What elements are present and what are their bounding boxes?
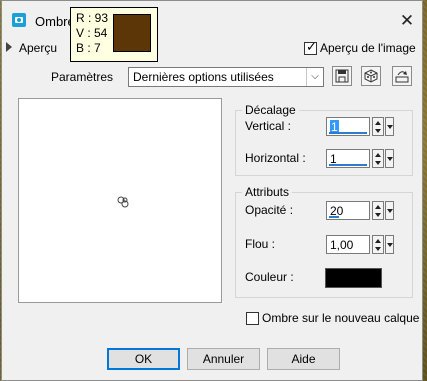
opacity-slider-bar	[329, 216, 339, 218]
expand-arrow-icon[interactable]	[6, 42, 12, 52]
save-preset-button[interactable]	[332, 66, 352, 86]
color-sample-swatch	[113, 14, 151, 52]
close-icon[interactable]: ✕	[394, 8, 420, 34]
randomize-icon	[364, 69, 378, 83]
preview-expander-label[interactable]: Aperçu	[19, 41, 57, 55]
image-preview-label[interactable]: Aperçu de l'image	[320, 41, 416, 55]
preset-value: Dernières options utilisées	[133, 70, 274, 84]
chevron-down-icon[interactable]: ⌵	[306, 68, 323, 86]
params-label: Paramètres	[51, 70, 114, 84]
shadow-new-layer-checkbox[interactable]	[246, 312, 259, 325]
move-cursor-icon	[117, 196, 129, 208]
manage-presets-icon	[395, 71, 409, 83]
blur-value: 1,00	[330, 238, 354, 252]
help-button[interactable]: Aide	[267, 348, 340, 370]
vertical-dropdown-button[interactable]	[385, 117, 394, 136]
shadow-color-swatch[interactable]	[325, 268, 382, 288]
color-b-value: B : 7	[76, 41, 101, 55]
vertical-label: Vertical :	[245, 119, 292, 133]
preset-dropdown[interactable]: Dernières options utilisées ⌵	[128, 67, 324, 87]
checkmark-icon: ✓	[306, 39, 317, 54]
ok-button[interactable]: OK	[107, 348, 180, 370]
save-icon	[335, 69, 349, 83]
vertical-input[interactable]: 1	[326, 117, 370, 136]
opacity-dropdown-button[interactable]	[385, 201, 394, 220]
horizontal-spinner[interactable]	[372, 149, 384, 168]
title-bar: Ombre ✕	[2, 1, 422, 41]
attributes-group-title: Attributs	[242, 185, 293, 199]
camera-app-icon	[12, 13, 26, 27]
blur-spinner[interactable]	[372, 235, 384, 254]
vertical-slider-bar	[329, 132, 367, 134]
shadow-new-layer-label[interactable]: Ombre sur le nouveau calque	[262, 311, 419, 325]
color-r-value: R : 93	[76, 11, 109, 25]
blur-label: Flou :	[245, 237, 276, 251]
color-label: Couleur :	[245, 270, 294, 284]
image-preview-area[interactable]	[18, 98, 222, 303]
offset-group-title: Décalage	[242, 103, 299, 117]
horizontal-slider-bar	[329, 164, 367, 166]
color-v-value: V : 54	[76, 26, 108, 40]
manage-presets-button[interactable]	[392, 66, 412, 86]
randomize-button[interactable]	[361, 66, 381, 86]
blur-input[interactable]: 1,00	[326, 235, 370, 254]
color-picker-tooltip: R : 93 V : 54 B : 7	[70, 7, 158, 62]
image-preview-checkbox[interactable]: ✓	[304, 39, 317, 55]
horizontal-label: Horizontal :	[245, 151, 306, 165]
opacity-label: Opacité :	[245, 203, 294, 217]
horizontal-dropdown-button[interactable]	[385, 149, 394, 168]
horizontal-input[interactable]: 1	[326, 149, 370, 168]
shadow-dialog: Ombre ✕ R : 93 V : 54 B : 7 Aperçu ✓ Ape…	[1, 0, 423, 381]
window-title: Ombre	[35, 14, 75, 29]
cancel-button[interactable]: Annuler	[187, 348, 260, 370]
vertical-spinner[interactable]	[372, 117, 384, 136]
opacity-spinner[interactable]	[372, 201, 384, 220]
blur-dropdown-button[interactable]	[385, 235, 394, 254]
opacity-input[interactable]: 20	[326, 201, 370, 220]
